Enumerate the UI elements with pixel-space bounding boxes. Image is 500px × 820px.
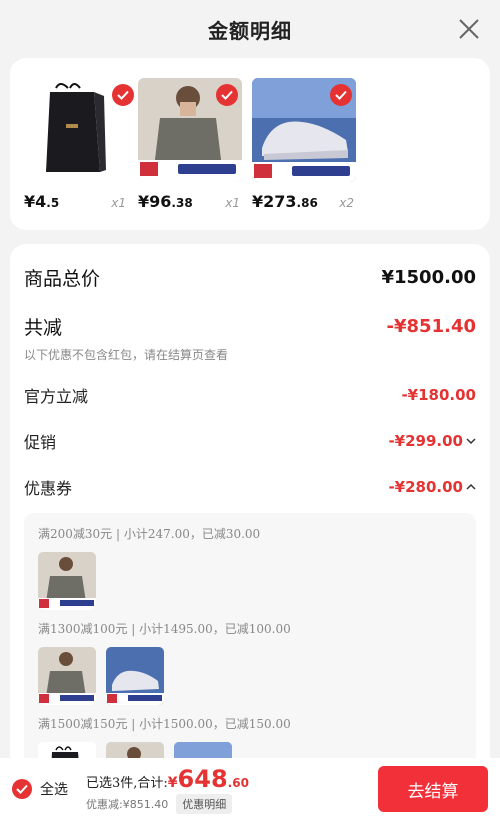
official-row: 官方立减 -¥180.00 [24, 383, 476, 407]
coupon-value: -¥280.00 [388, 478, 463, 496]
coupon-products [38, 552, 462, 610]
total-label: 商品总价 [24, 268, 101, 290]
product-check-icon[interactable] [216, 84, 238, 106]
promo-value: -¥299.00 [388, 432, 463, 450]
coupon-rule-text: 满1500减150元 | 小计1500.00，已减150.00 [38, 717, 291, 731]
close-icon[interactable] [456, 16, 482, 42]
discount-total: 优惠减:¥851.40 [86, 797, 169, 811]
coupon-rule-text: 满200减30元 | 小计247.00，已减30.00 [38, 527, 261, 541]
select-all-label[interactable]: 全选 [40, 779, 68, 799]
product-check-icon[interactable] [112, 84, 134, 106]
total-yen: ¥ [167, 774, 178, 791]
coupon-row[interactable]: 优惠券 -¥280.00 [24, 475, 476, 499]
coupon-rule-text: 满1300减100元 | 小计1495.00，已减100.00 [38, 622, 291, 636]
chevron-down-icon [466, 438, 476, 445]
product-price: ¥4.5 [24, 192, 60, 211]
checkout-info: 已选3件,合计: ¥ 648 .60 优惠减:¥851.40 优惠明细 [86, 765, 249, 814]
promo-value-wrap[interactable]: -¥299.00 [388, 432, 476, 450]
promo-label: 促销 [24, 433, 57, 452]
official-value: -¥180.00 [401, 386, 476, 404]
reduce-row: 共减 -¥851.40 [24, 313, 476, 340]
product-check-icon[interactable] [330, 84, 352, 106]
total-value: ¥1500.00 [381, 267, 476, 288]
product-thumb-tshirt [38, 552, 96, 610]
product-item[interactable]: ¥273.86 x2 [252, 78, 366, 230]
product-qty: x1 [111, 196, 126, 210]
product-thumb-sneaker [106, 647, 164, 705]
product-price: ¥273.86 [252, 192, 318, 211]
checkout-total: 648 [177, 764, 228, 793]
coupon-products [38, 647, 462, 705]
promo-row[interactable]: 促销 -¥299.00 [24, 429, 476, 453]
chevron-up-icon [466, 483, 476, 490]
product-thumb-tshirt [38, 647, 96, 705]
product-list: ¥4.5 x1 ¥96.38 x1 ¥273.86 x2 [10, 58, 490, 230]
checkout-total-decimal: .60 [227, 775, 249, 790]
coupon-label: 优惠券 [24, 479, 73, 498]
product-qty: x2 [339, 196, 354, 210]
coupon-value-wrap[interactable]: -¥280.00 [388, 478, 476, 496]
discount-note: 以下优惠不包含红包，请在结算页查看 [24, 348, 229, 362]
product-item[interactable]: ¥96.38 x1 [138, 78, 252, 230]
page-title: 金额明细 [208, 18, 292, 43]
amount-summary: 商品总价 ¥1500.00 共减 -¥851.40 以下优惠不包含红包，请在结算… [10, 244, 490, 804]
selected-count: 已选3件,合计: [86, 775, 168, 791]
header: 金额明细 [0, 0, 500, 58]
checkout-bar: 全选 已选3件,合计: ¥ 648 .60 优惠减:¥851.40 优惠明细 去… [0, 758, 500, 820]
product-price: ¥96.38 [138, 192, 193, 211]
official-label: 官方立减 [24, 387, 89, 406]
reduce-label: 共减 [24, 317, 63, 339]
total-row: 商品总价 ¥1500.00 [24, 264, 476, 291]
select-all-check-icon[interactable] [12, 779, 32, 799]
product-qty: x1 [225, 196, 240, 210]
discount-detail-button[interactable]: 优惠明细 [176, 793, 233, 814]
product-item[interactable]: ¥4.5 x1 [24, 78, 138, 230]
coupon-detail-panel: 满200减30元 | 小计247.00，已减30.00 满1300减100元 |… [24, 513, 476, 785]
checkout-button[interactable]: 去结算 [378, 766, 488, 812]
reduce-value: -¥851.40 [386, 316, 476, 337]
